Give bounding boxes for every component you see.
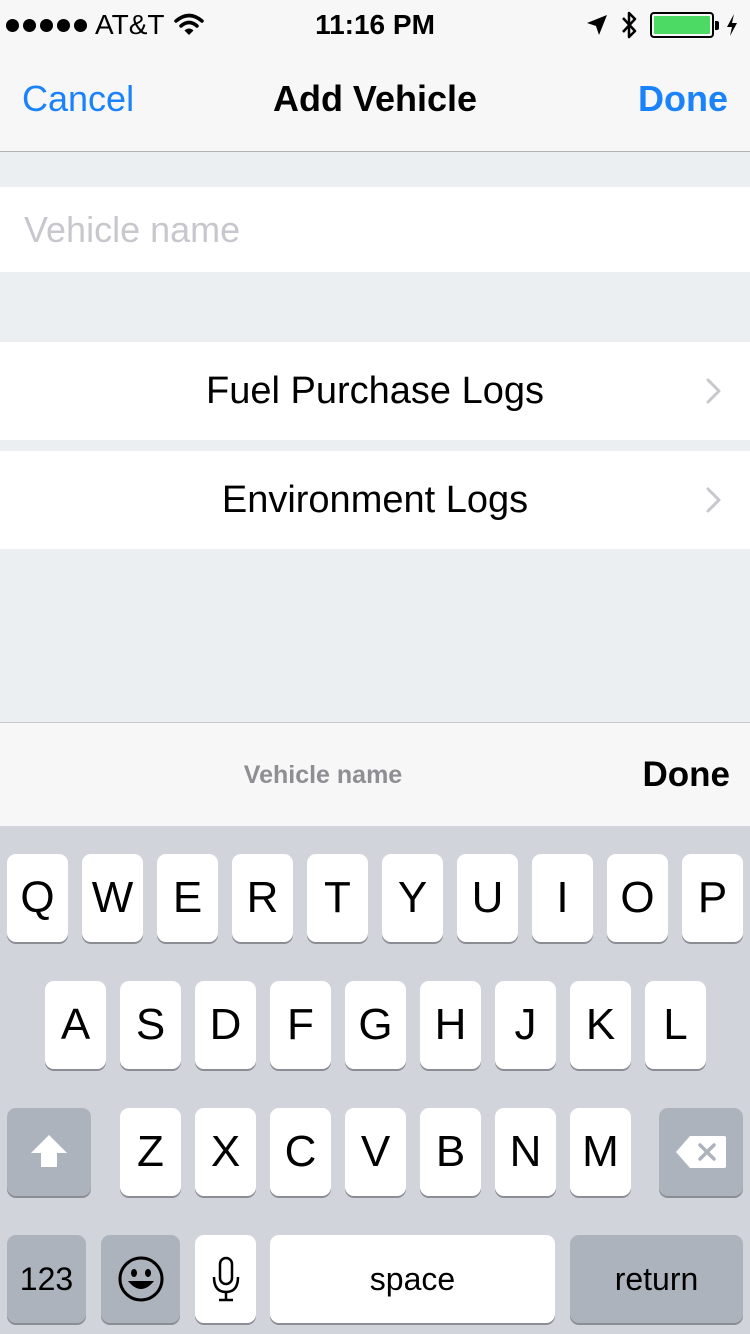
emoji-icon: [118, 1256, 163, 1302]
key-m[interactable]: M: [570, 1108, 631, 1196]
delete-icon: [676, 1136, 726, 1168]
key-h[interactable]: H: [420, 981, 481, 1069]
key-x[interactable]: X: [195, 1108, 256, 1196]
key-i[interactable]: I: [532, 854, 593, 942]
status-right: [586, 8, 738, 42]
key-a[interactable]: A: [45, 981, 106, 1069]
key-c[interactable]: C: [270, 1108, 331, 1196]
key-t[interactable]: T: [307, 854, 368, 942]
environment-logs-cell[interactable]: Environment Logs: [0, 451, 750, 549]
shift-key[interactable]: [7, 1108, 91, 1196]
key-u[interactable]: U: [457, 854, 518, 942]
status-bar: AT&T 11:16 PM: [0, 0, 750, 48]
keyboard: Q W E R T Y U I O P A S D F G H J K L Z …: [0, 826, 750, 1334]
vehicle-name-row: [0, 187, 750, 272]
location-arrow-icon: [587, 15, 607, 35]
key-s[interactable]: S: [120, 981, 181, 1069]
vehicle-name-input[interactable]: [24, 187, 724, 272]
key-j[interactable]: J: [495, 981, 556, 1069]
fuel-purchase-logs-cell[interactable]: Fuel Purchase Logs: [0, 342, 750, 440]
delete-key[interactable]: [659, 1108, 743, 1196]
key-p[interactable]: P: [682, 854, 743, 942]
key-d[interactable]: D: [195, 981, 256, 1069]
key-y[interactable]: Y: [382, 854, 443, 942]
key-o[interactable]: O: [607, 854, 668, 942]
key-w[interactable]: W: [82, 854, 143, 942]
keyboard-accessory-bar: Vehicle name Done: [0, 722, 750, 826]
battery-level: [654, 16, 710, 34]
key-z[interactable]: Z: [120, 1108, 181, 1196]
microphone-icon: [212, 1256, 239, 1302]
key-g[interactable]: G: [345, 981, 406, 1069]
key-f[interactable]: F: [270, 981, 331, 1069]
key-k[interactable]: K: [570, 981, 631, 1069]
cell-label: Environment Logs: [221, 479, 529, 521]
cell-label: Fuel Purchase Logs: [206, 370, 544, 412]
chevron-right-icon: [706, 378, 721, 404]
bluetooth-icon: [622, 11, 637, 39]
space-key[interactable]: space: [270, 1235, 555, 1323]
numbers-key[interactable]: 123: [7, 1235, 86, 1323]
return-key[interactable]: return: [570, 1235, 743, 1323]
battery-icon: [650, 12, 719, 38]
navigation-bar: Cancel Add Vehicle Done: [0, 48, 750, 152]
key-v[interactable]: V: [345, 1108, 406, 1196]
charging-bolt-icon: [727, 14, 737, 36]
key-e[interactable]: E: [157, 854, 218, 942]
key-q[interactable]: Q: [7, 854, 68, 942]
microphone-key[interactable]: [195, 1235, 256, 1323]
keyboard-done-button[interactable]: Done: [643, 755, 731, 795]
key-l[interactable]: L: [645, 981, 706, 1069]
key-n[interactable]: N: [495, 1108, 556, 1196]
key-b[interactable]: B: [420, 1108, 481, 1196]
emoji-key[interactable]: [101, 1235, 180, 1323]
done-button[interactable]: Done: [638, 78, 728, 120]
accessory-title: Vehicle name: [243, 761, 403, 789]
key-r[interactable]: R: [232, 854, 293, 942]
chevron-right-icon: [706, 487, 721, 513]
shift-icon: [31, 1135, 67, 1167]
